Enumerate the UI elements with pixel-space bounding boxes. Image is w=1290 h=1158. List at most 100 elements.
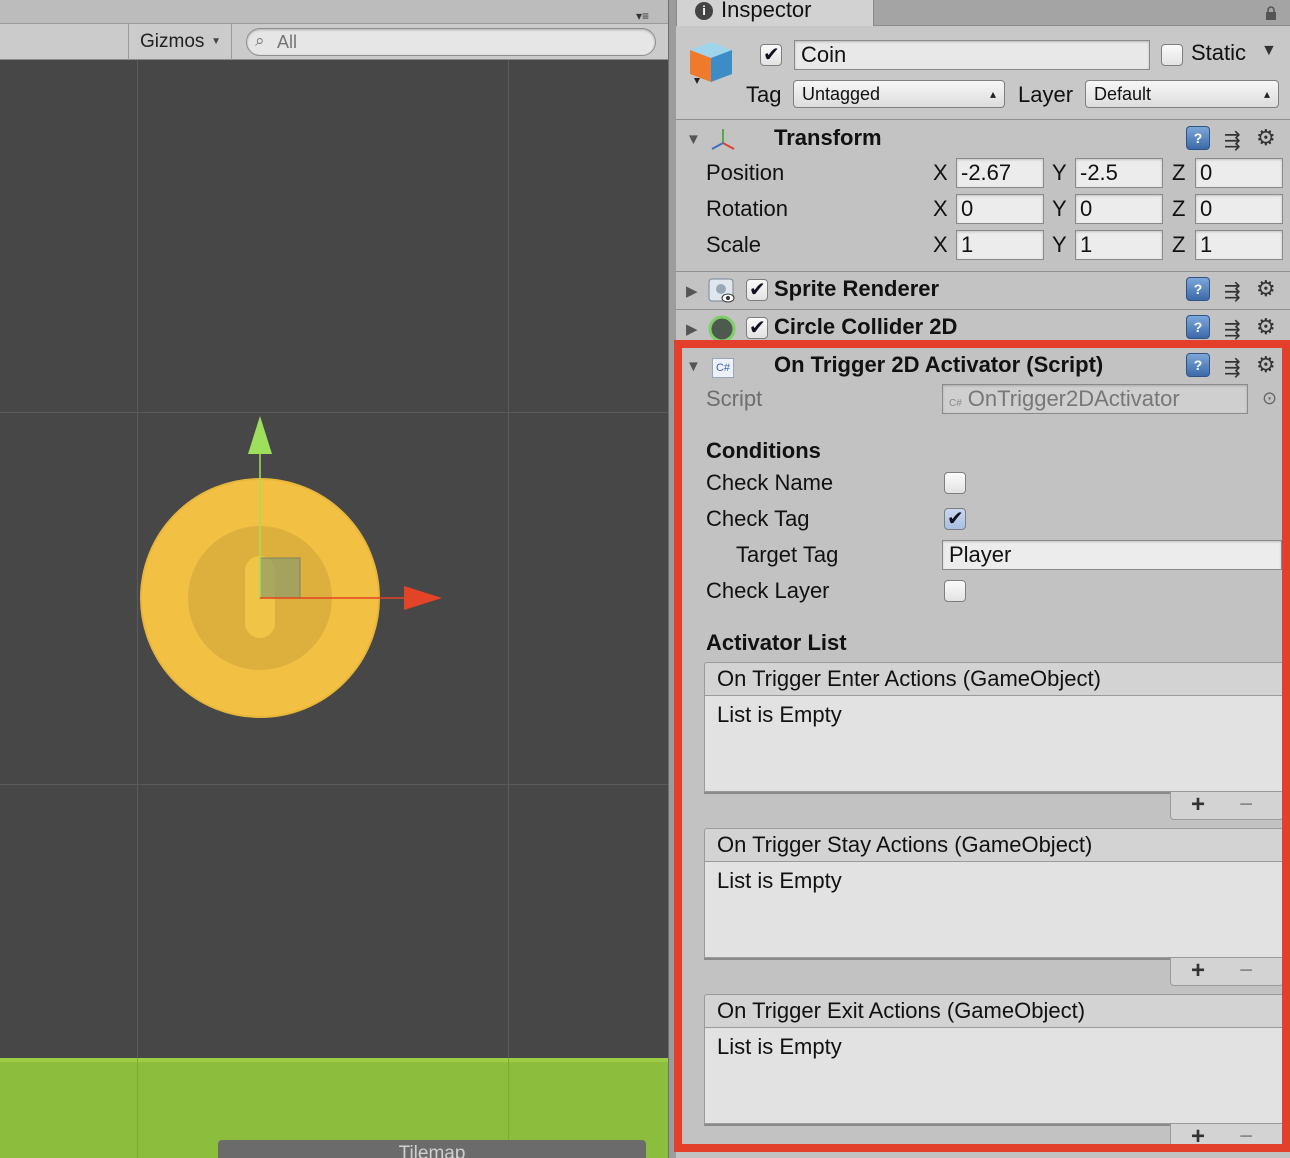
remove-item-button[interactable]: − bbox=[1239, 791, 1253, 819]
layer-value: Default bbox=[1094, 84, 1152, 104]
add-item-button[interactable]: + bbox=[1191, 957, 1205, 985]
position-z-field[interactable]: 0 bbox=[1195, 158, 1283, 188]
y-label: Y bbox=[1052, 232, 1067, 257]
circle-collider-icon bbox=[708, 315, 736, 343]
tag-label: Tag bbox=[746, 82, 782, 107]
object-name-field[interactable]: Coin bbox=[794, 40, 1150, 70]
coin-sprite[interactable] bbox=[0, 0, 670, 1158]
position-x-field[interactable]: -2.67 bbox=[956, 158, 1044, 188]
scale-y-field[interactable]: 1 bbox=[1075, 230, 1163, 260]
help-icon[interactable]: ? bbox=[1186, 315, 1210, 339]
add-item-button[interactable]: + bbox=[1191, 791, 1205, 819]
z-label: Z bbox=[1172, 160, 1186, 185]
active-checkbox[interactable] bbox=[760, 42, 782, 66]
on-trigger-stay-list: On Trigger Stay Actions (GameObject) Lis… bbox=[704, 828, 1284, 986]
layer-dropdown[interactable]: Default ▴ bbox=[1085, 80, 1279, 108]
scale-label: Scale bbox=[706, 232, 762, 257]
circle-collider-header[interactable]: ▶ Circle Collider 2D ? ⇶ ⚙ bbox=[676, 309, 1290, 347]
z-label: Z bbox=[1172, 232, 1186, 257]
lock-icon[interactable] bbox=[1264, 6, 1278, 20]
scale-z-field[interactable]: 1 bbox=[1195, 230, 1283, 260]
foldout-expanded-icon[interactable]: ▼ bbox=[686, 358, 701, 375]
help-icon[interactable]: ? bbox=[1186, 126, 1210, 150]
transform-header[interactable]: ▼ Transform ? ⇶ ⚙ bbox=[676, 121, 1290, 159]
preset-icon[interactable]: ⇶ bbox=[1224, 355, 1241, 379]
list-footer: + − bbox=[1170, 1123, 1284, 1152]
gear-icon[interactable]: ⚙ bbox=[1256, 315, 1276, 340]
rotation-x-field[interactable]: 0 bbox=[956, 194, 1044, 224]
script-reference-field[interactable]: C# OnTrigger2DActivator bbox=[942, 384, 1248, 414]
scene-view[interactable]: ▾≡ Gizmos ▼ ⌕ Tilemap bbox=[0, 0, 670, 1158]
tilemap-overlay-label[interactable]: Tilemap bbox=[218, 1140, 646, 1158]
list-header[interactable]: On Trigger Exit Actions (GameObject) bbox=[704, 994, 1284, 1028]
tab-inspector-label: Inspector bbox=[721, 0, 812, 22]
preset-icon[interactable]: ⇶ bbox=[1224, 279, 1241, 303]
csharp-script-icon: C# bbox=[712, 358, 734, 378]
sprite-renderer-header[interactable]: ▶ Sprite Renderer ? ⇶ ⚙ bbox=[676, 271, 1290, 309]
move-handle-plane[interactable] bbox=[259, 557, 301, 599]
sprite-renderer-title: Sprite Renderer bbox=[774, 276, 940, 301]
list-header[interactable]: On Trigger Enter Actions (GameObject) bbox=[704, 662, 1284, 696]
x-label: X bbox=[933, 160, 948, 185]
list-footer: + − bbox=[1170, 957, 1284, 986]
on-trigger-enter-list: On Trigger Enter Actions (GameObject) Li… bbox=[704, 662, 1284, 820]
transform-axes-icon bbox=[711, 129, 735, 150]
inspector-tab-bar: i Inspector bbox=[676, 0, 1290, 26]
preset-icon[interactable]: ⇶ bbox=[1224, 128, 1241, 152]
position-row: Position X -2.67 Y -2.5 Z 0 bbox=[676, 156, 1290, 192]
check-tag-label: Check Tag bbox=[706, 506, 810, 531]
rotation-y-field[interactable]: 0 bbox=[1075, 194, 1163, 224]
help-icon[interactable]: ? bbox=[1186, 277, 1210, 301]
panel-splitter[interactable] bbox=[668, 0, 676, 1158]
check-layer-checkbox[interactable] bbox=[944, 580, 966, 602]
help-icon[interactable]: ? bbox=[1186, 353, 1210, 377]
tag-dropdown[interactable]: Untagged ▴ bbox=[793, 80, 1005, 108]
updown-arrow-icon: ▴ bbox=[989, 87, 996, 101]
remove-item-button[interactable]: − bbox=[1239, 1123, 1253, 1151]
gameobject-header: Coin Static ▼ Tag Untagged ▴ Layer Defau… bbox=[676, 26, 1290, 120]
list-header[interactable]: On Trigger Stay Actions (GameObject) bbox=[704, 828, 1284, 862]
rotation-z-field[interactable]: 0 bbox=[1195, 194, 1283, 224]
script-component-header[interactable]: ▼ C# On Trigger 2D Activator (Script) ? … bbox=[676, 347, 1290, 383]
tag-value: Untagged bbox=[802, 84, 881, 104]
static-dropdown-icon[interactable]: ▼ bbox=[1261, 42, 1277, 60]
gear-icon[interactable]: ⚙ bbox=[1256, 277, 1276, 302]
foldout-collapsed-icon[interactable]: ▶ bbox=[686, 320, 698, 338]
scale-x-field[interactable]: 1 bbox=[956, 230, 1044, 260]
transform-title: Transform bbox=[774, 125, 882, 150]
check-tag-checkbox[interactable] bbox=[944, 506, 966, 530]
x-label: X bbox=[933, 196, 948, 221]
x-axis-arrow[interactable] bbox=[404, 586, 442, 610]
script-reference-value: OnTrigger2DActivator bbox=[967, 386, 1180, 411]
remove-item-button[interactable]: − bbox=[1239, 957, 1253, 985]
y-axis-arrow[interactable] bbox=[248, 416, 272, 454]
preset-icon[interactable]: ⇶ bbox=[1224, 317, 1241, 341]
circle-collider-enabled-checkbox[interactable] bbox=[746, 315, 768, 339]
static-checkbox[interactable] bbox=[1161, 44, 1183, 66]
component-tools: ? ⇶ ⚙ bbox=[1186, 315, 1286, 343]
sprite-renderer-enabled-checkbox[interactable] bbox=[746, 277, 768, 301]
circle-collider-title: Circle Collider 2D bbox=[774, 314, 958, 339]
foldout-expanded-icon[interactable]: ▼ bbox=[686, 131, 701, 148]
list-body: List is Empty bbox=[704, 862, 1284, 958]
gear-icon[interactable]: ⚙ bbox=[1256, 126, 1276, 151]
component-tools: ? ⇶ ⚙ bbox=[1186, 277, 1286, 305]
static-label: Static bbox=[1191, 40, 1247, 65]
script-label: Script bbox=[706, 386, 763, 411]
scale-row: Scale X 1 Y 1 Z 1 bbox=[676, 228, 1290, 264]
gear-icon[interactable]: ⚙ bbox=[1256, 353, 1276, 378]
list-body: List is Empty bbox=[704, 1028, 1284, 1124]
layer-label: Layer bbox=[1018, 82, 1074, 107]
foldout-collapsed-icon[interactable]: ▶ bbox=[686, 282, 698, 300]
object-picker-icon[interactable]: ⊙ bbox=[1262, 388, 1277, 409]
tab-inspector[interactable]: i Inspector bbox=[676, 0, 874, 26]
conditions-label: Conditions bbox=[706, 438, 821, 463]
target-tag-field[interactable]: Player bbox=[942, 540, 1282, 570]
position-y-field[interactable]: -2.5 bbox=[1075, 158, 1163, 188]
list-footer: + − bbox=[1170, 791, 1284, 820]
check-name-checkbox[interactable] bbox=[944, 472, 966, 494]
rotation-row: Rotation X 0 Y 0 Z 0 bbox=[676, 192, 1290, 228]
add-item-button[interactable]: + bbox=[1191, 1123, 1205, 1151]
updown-arrow-icon: ▴ bbox=[1263, 87, 1270, 101]
csharp-file-icon: C# bbox=[949, 398, 962, 409]
